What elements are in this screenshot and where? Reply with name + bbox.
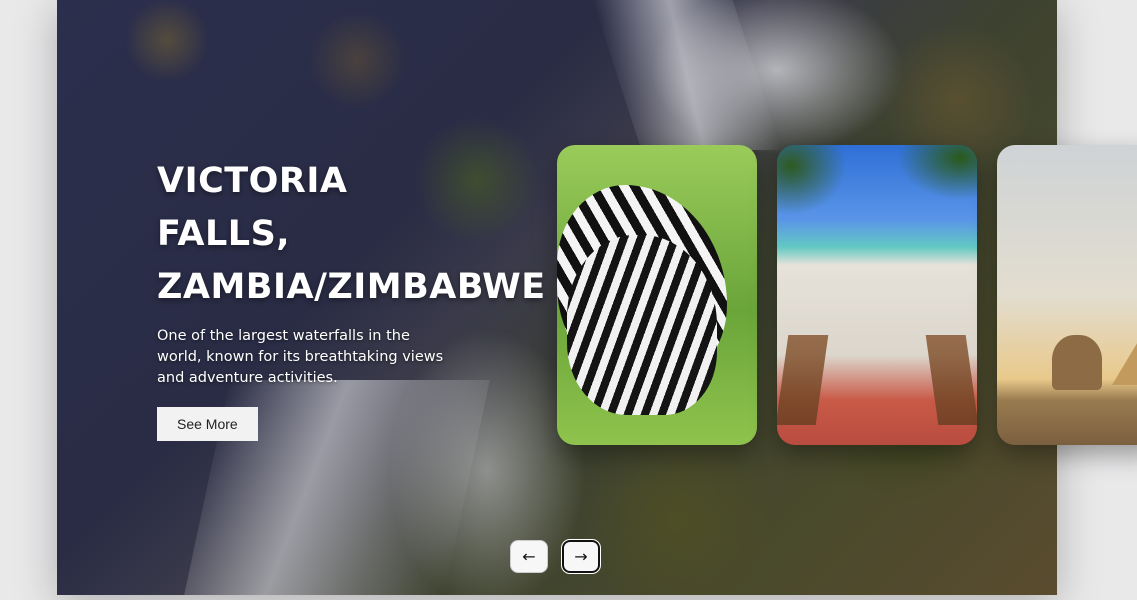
beach-image xyxy=(777,145,847,215)
next-button[interactable]: → xyxy=(561,539,601,574)
card-beach[interactable] xyxy=(777,145,977,445)
slide-description: One of the largest waterfalls in the wor… xyxy=(157,328,444,386)
card-zebras[interactable] xyxy=(557,145,757,445)
arrow-left-icon: ← xyxy=(522,547,536,566)
carousel-nav: ← → xyxy=(510,539,601,574)
slide-title: VICTORIA FALLS, ZAMBIA/ZIMBABWE xyxy=(157,161,546,307)
pyramid-image xyxy=(1052,335,1102,390)
see-more-button[interactable]: See More xyxy=(157,407,258,441)
prev-button[interactable]: ← xyxy=(510,540,548,573)
slide-content: VICTORIA FALLS, ZAMBIA/ZIMBABWE One of t… xyxy=(157,155,557,441)
card-pyramids[interactable] xyxy=(997,145,1137,445)
arrow-right-icon: → xyxy=(574,547,588,566)
